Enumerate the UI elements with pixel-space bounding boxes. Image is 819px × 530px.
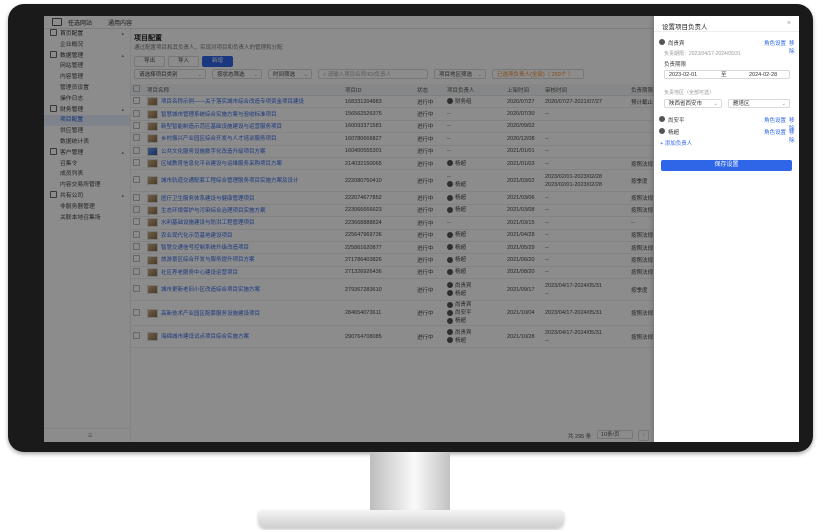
monitor-stand-neck <box>370 452 450 516</box>
range-hint: 负责期限：2023/04/17-2024/05/31 <box>664 51 741 57</box>
modal-overlay[interactable] <box>44 16 654 442</box>
region-hint: 负责地区（全部可选） <box>664 90 715 96</box>
save-button[interactable]: 保存设置 <box>661 160 792 171</box>
remove-link[interactable]: 移除 <box>789 128 799 144</box>
monitor-bezel: 任选网站 通用内容 首页配置 ▴ 企业概况 数据管理 ▴ 网站管理 内容管理 管理员设置 操作日… <box>8 4 813 452</box>
date-end: 2024-02-28 <box>749 72 778 78</box>
chevron-down-icon: ⌄ <box>781 101 786 107</box>
avatar <box>659 128 665 134</box>
role-setting-link[interactable]: 角色设置 <box>764 116 786 124</box>
monitor-stand-base <box>258 510 564 528</box>
chevron-down-icon: ⌄ <box>713 101 718 107</box>
owner-entry: 杨超 角色设置 移除 <box>659 128 799 144</box>
range-label: 负责期限 <box>664 62 687 68</box>
owner-drawer: 设置项目负责人 × 尚贵宾 角色设置 移除 负责期限：2023/04/17-20… <box>654 16 799 442</box>
province-select[interactable]: 陕西省西安市 ⌄ <box>664 99 722 108</box>
district-value: 雁塔区 <box>733 101 750 107</box>
add-owner-link[interactable]: + 添加负责人 <box>660 139 692 147</box>
admin-app: 任选网站 通用内容 首页配置 ▴ 企业概况 数据管理 ▴ 网站管理 内容管理 管理员设置 操作日… <box>44 16 799 442</box>
owner-entry: 尚安平 角色设置 移除 <box>659 116 799 132</box>
remove-link[interactable]: 移除 <box>789 39 799 55</box>
province-value: 陕西省西安市 <box>669 101 703 107</box>
role-setting-link[interactable]: 角色设置 <box>764 39 786 47</box>
close-icon[interactable]: × <box>787 20 791 27</box>
divider <box>654 31 799 32</box>
owner-name: 尚贵宾 <box>668 41 685 47</box>
screen: 任选网站 通用内容 首页配置 ▴ 企业概况 数据管理 ▴ 网站管理 内容管理 管理员设置 操作日… <box>44 16 799 442</box>
role-setting-link[interactable]: 角色设置 <box>764 128 786 136</box>
owner-name: 尚安平 <box>668 118 685 124</box>
owner-name: 杨超 <box>668 130 680 136</box>
owner-entry: 尚贵宾 角色设置 移除 <box>659 39 799 55</box>
avatar <box>659 116 665 122</box>
date-range-picker[interactable]: 2023-02-01 至 2024-02-28 <box>664 70 790 79</box>
avatar <box>659 39 665 45</box>
drawer-title: 设置项目负责人 <box>662 24 708 31</box>
district-select[interactable]: 雁塔区 ⌄ <box>728 99 790 108</box>
date-separator: 至 <box>721 72 727 78</box>
date-start: 2023-02-01 <box>669 72 698 78</box>
